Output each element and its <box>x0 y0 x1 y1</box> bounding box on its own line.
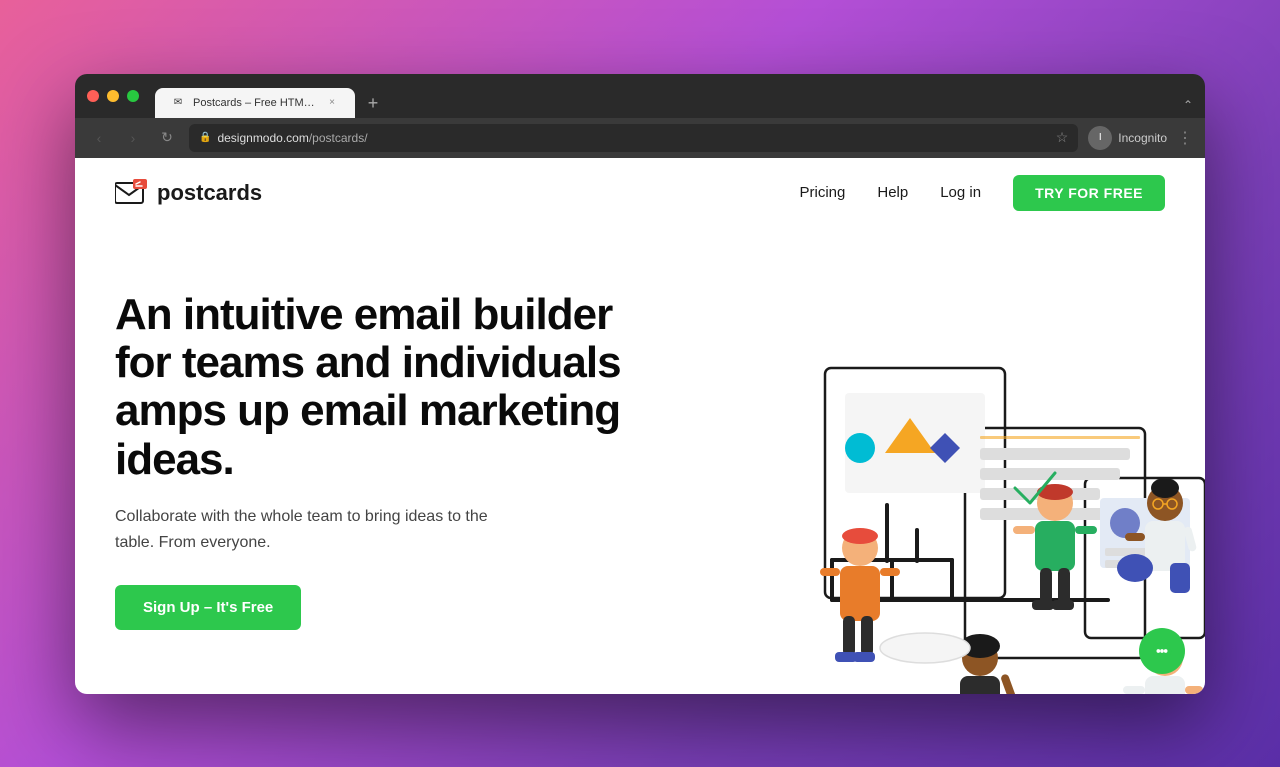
titlebar: ✉ Postcards – Free HTML Email × + ⌃ <box>75 74 1205 118</box>
tab-favicon: ✉ <box>171 96 185 110</box>
back-button[interactable]: ‹ <box>87 126 111 150</box>
page-content: postcards Pricing Help Log in TRY FOR FR… <box>75 158 1205 694</box>
hero-illustration <box>625 228 1205 694</box>
signup-button[interactable]: Sign Up – It's Free <box>115 585 301 630</box>
chat-icon <box>1151 640 1173 662</box>
new-tab-button[interactable]: + <box>359 90 387 118</box>
logo-icon <box>115 179 149 207</box>
profile-label: Incognito <box>1118 131 1167 145</box>
bookmark-button[interactable]: ☆ <box>1056 129 1069 146</box>
logo[interactable]: postcards <box>115 179 262 207</box>
more-options-button[interactable]: ⋮ <box>1177 128 1193 148</box>
tab-close-button[interactable]: × <box>325 96 339 110</box>
traffic-lights <box>87 90 139 102</box>
address-field[interactable]: 🔒 designmodo.com/postcards/ ☆ <box>189 124 1078 152</box>
logo-text: postcards <box>157 180 262 206</box>
tab-label: Postcards – Free HTML Email <box>193 97 317 109</box>
help-link[interactable]: Help <box>877 184 908 201</box>
hero-section: An intuitive email builder for teams and… <box>75 228 1205 694</box>
browser-tab[interactable]: ✉ Postcards – Free HTML Email × <box>155 88 355 118</box>
profile-area: I Incognito <box>1088 126 1167 150</box>
browser-window: ✉ Postcards – Free HTML Email × + ⌃ ‹ › … <box>75 74 1205 694</box>
hero-subtitle: Collaborate with the whole team to bring… <box>115 504 495 555</box>
lock-icon: 🔒 <box>199 132 211 143</box>
illustration-svg <box>625 228 1205 694</box>
hero-content: An intuitive email builder for teams and… <box>115 291 635 631</box>
tab-list-chevron[interactable]: ⌃ <box>1183 98 1193 112</box>
hero-title: An intuitive email builder for teams and… <box>115 291 635 485</box>
nav-links: Pricing Help Log in TRY FOR FREE <box>800 175 1166 211</box>
refresh-button[interactable]: ↻ <box>155 126 179 150</box>
close-button[interactable] <box>87 90 99 102</box>
pricing-link[interactable]: Pricing <box>800 184 846 201</box>
chat-button[interactable] <box>1139 628 1185 674</box>
address-text: designmodo.com/postcards/ <box>217 131 367 145</box>
maximize-button[interactable] <box>127 90 139 102</box>
site-nav: postcards Pricing Help Log in TRY FOR FR… <box>75 158 1205 228</box>
avatar: I <box>1088 126 1112 150</box>
addressbar: ‹ › ↻ 🔒 designmodo.com/postcards/ ☆ I In… <box>75 118 1205 158</box>
try-free-button[interactable]: TRY FOR FREE <box>1013 175 1165 211</box>
login-link[interactable]: Log in <box>940 184 981 201</box>
minimize-button[interactable] <box>107 90 119 102</box>
forward-button[interactable]: › <box>121 126 145 150</box>
